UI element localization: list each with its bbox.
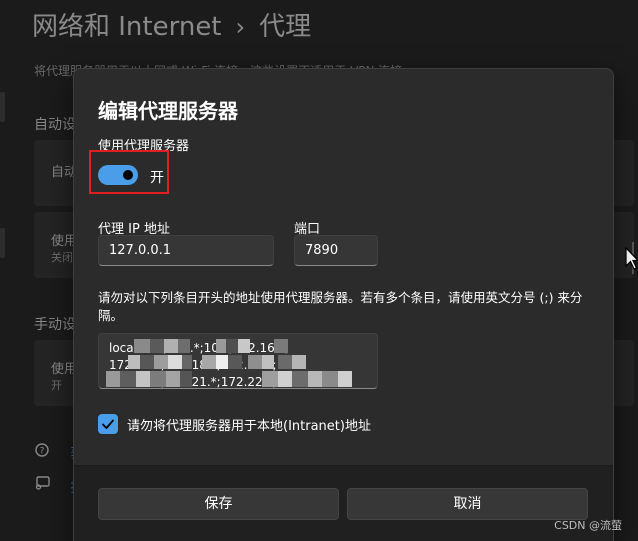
proxy-ip-input[interactable] (98, 235, 274, 266)
help-icon: ? (34, 443, 54, 462)
cancel-button[interactable]: 取消 (347, 488, 588, 520)
port-input[interactable] (294, 235, 378, 266)
screen: 网络和 Internet›代理 将代理服务器用于以太网或 Wi-Fi 连接。这些… (0, 0, 638, 541)
breadcrumb-separator: › (235, 13, 246, 41)
breadcrumb-current: 代理 (259, 12, 312, 42)
page-title: 网络和 Internet › 代理 (32, 6, 311, 43)
section-auto-heading: 自动设 (34, 117, 76, 133)
svg-text:?: ? (40, 447, 45, 457)
bypass-local-label: 请勿将代理服务器用于本地(Intranet)地址 (127, 419, 371, 434)
save-button[interactable]: 保存 (98, 488, 339, 520)
nav-edge (0, 92, 5, 122)
breadcrumb-parent[interactable]: 网络和 Internet (32, 12, 222, 42)
exceptions-textarea[interactable]: localhost;127.*;10.*;172.16.*; 172.17.*;… (98, 333, 378, 389)
bypass-local-checkbox[interactable] (98, 414, 118, 434)
watermark: CSDN @流萤 (554, 519, 622, 532)
exceptions-hint: 请勿对以下列条目开头的地址使用代理服务器。若有多个条目，请使用英文分号 (;) … (98, 290, 583, 323)
checkmark-icon (102, 419, 114, 429)
feedback-icon (34, 476, 54, 496)
toggle-knob (123, 170, 133, 180)
edit-proxy-dialog: 编辑代理服务器 使用代理服务器 开 代理 IP 地址 端口 请勿对以下列条目开头… (73, 68, 614, 541)
nav-edge (0, 228, 5, 258)
mouse-cursor-icon (625, 246, 638, 275)
toggle-state-label: 开 (150, 170, 164, 186)
use-proxy-toggle[interactable] (98, 165, 138, 185)
section-manual-heading: 手动设 (34, 317, 76, 333)
dialog-title: 编辑代理服务器 (98, 99, 238, 123)
